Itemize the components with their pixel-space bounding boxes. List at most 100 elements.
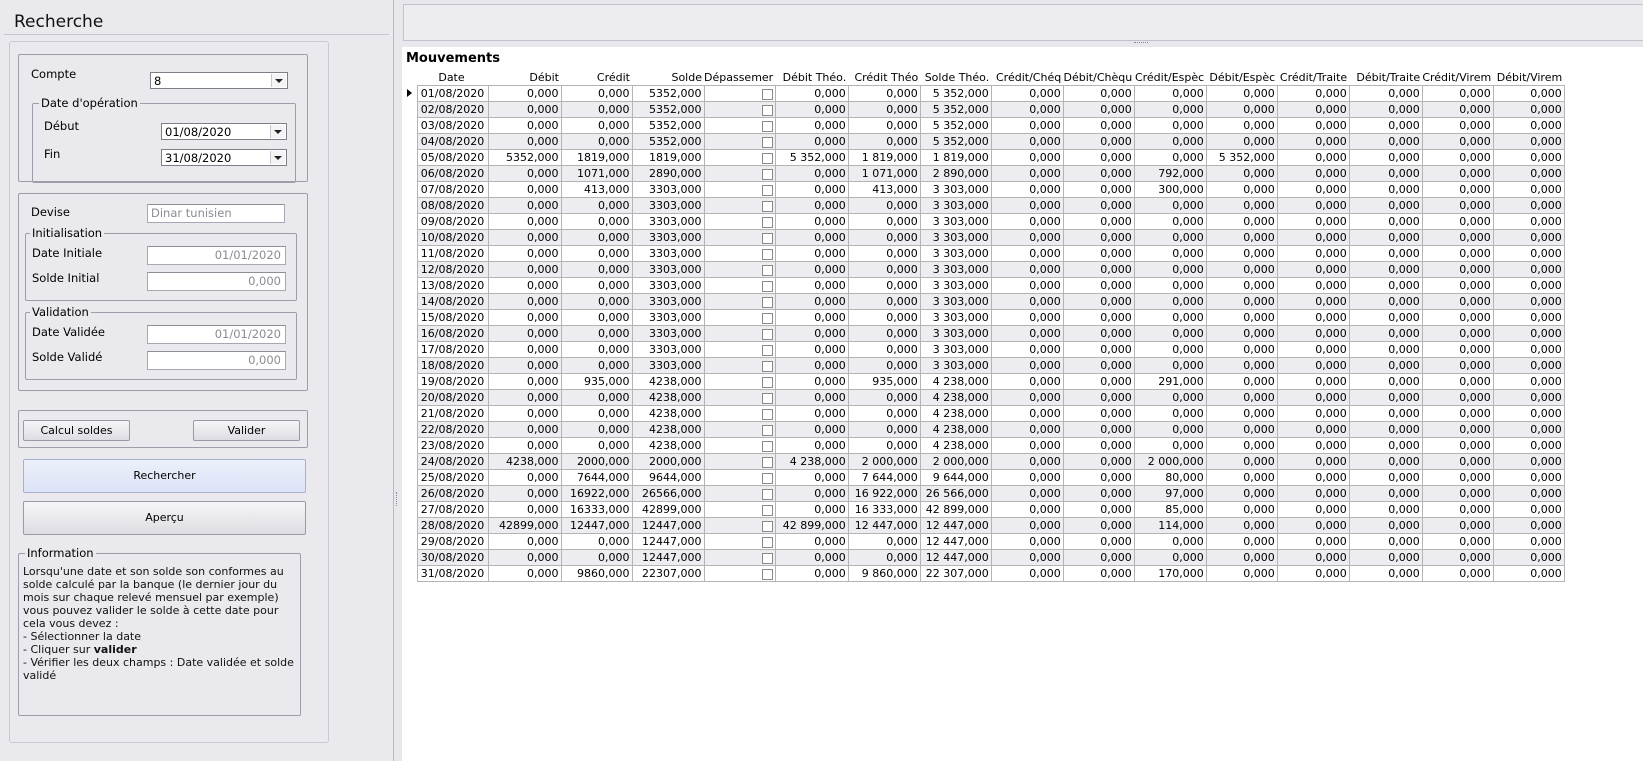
table-cell[interactable]: 935,000 (847, 373, 921, 390)
table-cell[interactable]: 0,000 (1492, 101, 1565, 118)
table-cell[interactable]: 0,000 (847, 437, 921, 454)
table-cell[interactable]: 0,000 (990, 373, 1064, 390)
table-cell[interactable]: 0,000 (487, 309, 562, 326)
table-cell[interactable]: 7644,000 (560, 469, 633, 486)
table-cell[interactable]: 0,000 (1062, 165, 1135, 182)
table-cell[interactable]: 0,000 (1421, 101, 1494, 118)
table-cell[interactable]: 0,000 (1062, 325, 1135, 342)
table-cell[interactable]: 0,000 (1348, 389, 1423, 406)
table-cell[interactable]: 2 000,000 (1133, 453, 1207, 470)
table-cell[interactable]: 0,000 (1205, 213, 1278, 230)
table-cell[interactable]: 0,000 (1133, 325, 1207, 342)
table-cell[interactable]: 0,000 (847, 293, 921, 310)
table-cell[interactable]: 3303,000 (631, 181, 705, 198)
table-cell[interactable]: 0,000 (487, 549, 562, 566)
table-cell[interactable]: 0,000 (560, 277, 633, 294)
table-cell[interactable]: 0,000 (1492, 229, 1565, 246)
table-cell[interactable]: 4238,000 (631, 389, 705, 406)
table-cell[interactable]: 0,000 (1205, 421, 1278, 438)
resize-grip[interactable] (1134, 42, 1148, 45)
table-cell[interactable]: 5352,000 (631, 101, 705, 118)
table-cell[interactable]: 5 352,000 (919, 101, 992, 118)
depassement-checkbox[interactable] (761, 536, 773, 548)
table-cell[interactable]: 0,000 (1133, 149, 1207, 166)
table-cell[interactable]: 0,000 (1276, 149, 1350, 166)
table-cell[interactable]: 0,000 (990, 389, 1064, 406)
depassement-checkbox[interactable] (761, 440, 773, 452)
table-cell[interactable]: 4238,000 (631, 405, 705, 422)
table-cell[interactable]: 0,000 (774, 341, 849, 358)
table-cell[interactable]: 291,000 (1133, 373, 1207, 390)
table-cell[interactable]: 3 303,000 (919, 341, 992, 358)
table-cell[interactable]: 16/08/2020 (416, 325, 489, 342)
table-cell[interactable]: 4 238,000 (919, 421, 992, 438)
table-cell[interactable]: 0,000 (1421, 277, 1494, 294)
table-cell[interactable]: 12 447,000 (847, 517, 921, 534)
column-header[interactable]: Débit/Chèqu (1063, 69, 1135, 86)
row-indicator[interactable] (402, 261, 417, 278)
table-cell[interactable]: 3303,000 (631, 309, 705, 326)
depassement-checkbox-cell[interactable] (703, 117, 776, 134)
table-cell[interactable]: 0,000 (847, 533, 921, 550)
table-cell[interactable]: 0,000 (847, 325, 921, 342)
table-cell[interactable]: 20/08/2020 (416, 389, 489, 406)
table-cell[interactable]: 0,000 (560, 549, 633, 566)
table-cell[interactable]: 3 303,000 (919, 213, 992, 230)
table-cell[interactable]: 0,000 (847, 341, 921, 358)
depassement-checkbox-cell[interactable] (703, 469, 776, 486)
table-cell[interactable]: 0,000 (1348, 149, 1423, 166)
table-cell[interactable]: 0,000 (990, 117, 1064, 134)
depassement-checkbox[interactable] (761, 408, 773, 420)
table-cell[interactable]: 0,000 (1276, 405, 1350, 422)
table-cell[interactable]: 0,000 (1492, 293, 1565, 310)
table-cell[interactable]: 0,000 (774, 197, 849, 214)
table-cell[interactable]: 0,000 (1348, 101, 1423, 118)
depassement-checkbox-cell[interactable] (703, 549, 776, 566)
column-header[interactable]: Débit/Virem (1493, 69, 1565, 86)
apercu-button[interactable]: Aperçu (23, 501, 306, 535)
table-cell[interactable]: 1 071,000 (847, 165, 921, 182)
table-cell[interactable]: 3303,000 (631, 261, 705, 278)
table-cell[interactable]: 0,000 (847, 229, 921, 246)
table-cell[interactable]: 0,000 (1492, 85, 1565, 102)
row-indicator[interactable] (402, 565, 417, 582)
table-cell[interactable]: 0,000 (1133, 293, 1207, 310)
table-cell[interactable]: 26566,000 (631, 485, 705, 502)
table-cell[interactable]: 0,000 (1348, 421, 1423, 438)
table-cell[interactable]: 5352,000 (487, 149, 562, 166)
table-cell[interactable]: 5352,000 (631, 85, 705, 102)
row-indicator[interactable] (402, 117, 417, 134)
table-cell[interactable]: 0,000 (1205, 181, 1278, 198)
table-cell[interactable]: 0,000 (1492, 533, 1565, 550)
table-cell[interactable]: 0,000 (990, 261, 1064, 278)
table-cell[interactable]: 06/08/2020 (416, 165, 489, 182)
depassement-checkbox[interactable] (761, 104, 773, 116)
table-cell[interactable]: 0,000 (1205, 133, 1278, 150)
depassement-checkbox-cell[interactable] (703, 533, 776, 550)
table-row[interactable]: 06/08/2020 0,000 1071,000 2890,000 0,000 1 07… (402, 165, 1565, 182)
depassement-checkbox[interactable] (761, 392, 773, 404)
depassement-checkbox[interactable] (761, 248, 773, 260)
table-cell[interactable]: 0,000 (1062, 405, 1135, 422)
table-cell[interactable]: 25/08/2020 (416, 469, 489, 486)
table-cell[interactable]: 170,000 (1133, 565, 1207, 582)
table-cell[interactable]: 0,000 (990, 341, 1064, 358)
table-cell[interactable]: 0,000 (1133, 277, 1207, 294)
table-cell[interactable]: 3303,000 (631, 245, 705, 262)
table-row[interactable]: 02/08/2020 0,000 0,000 5352,000 0,000 0,000 5 … (402, 101, 1565, 118)
table-row[interactable]: 15/08/2020 0,000 0,000 3303,000 0,000 0,000 3 … (402, 309, 1565, 326)
table-cell[interactable]: 0,000 (1205, 565, 1278, 582)
table-cell[interactable]: 0,000 (1492, 117, 1565, 134)
table-cell[interactable]: 0,000 (487, 133, 562, 150)
table-cell[interactable]: 0,000 (990, 405, 1064, 422)
table-row[interactable]: 04/08/2020 0,000 0,000 5352,000 0,000 0,000 5 … (402, 133, 1565, 150)
table-cell[interactable]: 0,000 (990, 437, 1064, 454)
row-indicator[interactable] (402, 101, 417, 118)
table-cell[interactable]: 0,000 (1133, 245, 1207, 262)
table-cell[interactable]: 0,000 (1348, 453, 1423, 470)
table-cell[interactable]: 4 238,000 (919, 405, 992, 422)
table-row[interactable]: 16/08/2020 0,000 0,000 3303,000 0,000 0,000 3 … (402, 325, 1565, 342)
table-cell[interactable]: 0,000 (1492, 421, 1565, 438)
depassement-checkbox-cell[interactable] (703, 181, 776, 198)
table-cell[interactable]: 0,000 (1205, 165, 1278, 182)
